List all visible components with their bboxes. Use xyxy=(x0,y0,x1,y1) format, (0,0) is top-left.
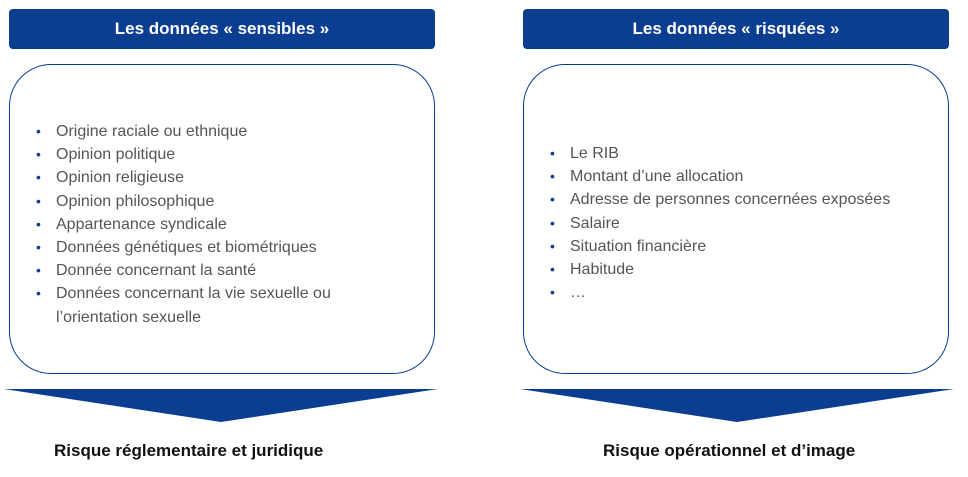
bullet-icon: • xyxy=(550,237,555,254)
risky-data-item: • Adresse de personnes concernées exposée… xyxy=(550,188,945,211)
item-text: Appartenance syndicale xyxy=(56,215,227,233)
down-arrow-icon xyxy=(520,389,954,422)
operational-risk-label: Risque opérationnel et d’image xyxy=(603,441,856,460)
risky-data-column: Les données « risquées » • Le RIB • Montant… xyxy=(518,0,958,477)
risky-data-box: • Le RIB • Montant d’une allocation • Adresse… xyxy=(523,64,949,374)
bullet-icon: • xyxy=(550,214,555,231)
item-text: Donnée concernant la santé xyxy=(56,262,257,280)
sensitive-data-list: • Origine raciale ou ethnique • Opinion pol… xyxy=(36,120,416,329)
item-text: Opinion religieuse xyxy=(56,169,185,187)
item-text: Salaire xyxy=(570,214,620,232)
bullet-icon: • xyxy=(550,145,555,161)
risky-data-item: • Habitude xyxy=(550,258,945,281)
item-text: Montant d’une allocation xyxy=(570,168,744,186)
risky-data-item: • Montant d’une allocation xyxy=(550,165,945,188)
bullet-icon: • xyxy=(36,215,41,232)
item-text: Origine raciale ou ethnique xyxy=(56,123,248,140)
item-text: Données concernant la vie sexuelle ou l’… xyxy=(56,285,331,326)
sensitive-data-item: • Donnée concernant la santé xyxy=(36,259,416,282)
item-text: … xyxy=(570,284,586,302)
sensitive-data-item: • Données génétiques et biométriques xyxy=(36,236,416,259)
risky-data-header: Les données « risquées » xyxy=(523,9,949,49)
bullet-icon: • xyxy=(36,146,41,163)
bullet-icon: • xyxy=(36,169,41,186)
sensitive-data-column: Les données « sensibles » • Origine racia… xyxy=(0,0,440,477)
risky-data-list: • Le RIB • Montant d’une allocation • Adresse… xyxy=(550,142,945,304)
sensitive-data-item: • Opinion politique xyxy=(36,143,416,166)
sensitive-data-item: • Données concernant la vie sexuelle ou l… xyxy=(36,282,416,328)
item-text: Opinion philosophique xyxy=(56,192,215,210)
bullet-icon: • xyxy=(36,285,41,302)
sensitive-data-item: • Opinion philosophique xyxy=(36,190,416,213)
item-text: Données génétiques et biométriques xyxy=(56,239,317,257)
bullet-icon: • xyxy=(550,284,555,301)
risky-data-item: • Situation financière xyxy=(550,235,945,258)
item-text: Le RIB xyxy=(570,145,619,162)
sensitive-data-item: • Opinion religieuse xyxy=(36,166,416,189)
bullet-icon: • xyxy=(36,123,41,139)
bullet-icon: • xyxy=(550,261,555,278)
bullet-icon: • xyxy=(550,191,555,208)
down-arrow-icon xyxy=(4,389,438,422)
risky-data-item: • Salaire xyxy=(550,212,945,235)
item-text: Opinion politique xyxy=(56,146,176,164)
bullet-icon: • xyxy=(36,192,41,209)
sensitive-data-box: • Origine raciale ou ethnique • Opinion pol… xyxy=(9,64,435,374)
regulatory-risk-label: Risque réglementaire et juridique xyxy=(54,441,324,460)
sensitive-data-header: Les données « sensibles » xyxy=(9,9,435,49)
bullet-icon: • xyxy=(36,239,41,256)
item-text: Situation financière xyxy=(570,237,707,255)
sensitive-data-item: • Appartenance syndicale xyxy=(36,213,416,236)
bullet-icon: • xyxy=(36,262,41,279)
item-text: Adresse de personnes concernées exposées xyxy=(570,191,891,209)
bullet-icon: • xyxy=(550,168,555,185)
risky-data-item: • Le RIB xyxy=(550,142,945,165)
sensitive-data-item: • Origine raciale ou ethnique xyxy=(36,120,416,143)
risky-data-item: •… xyxy=(550,281,945,304)
item-text: Habitude xyxy=(570,261,635,279)
